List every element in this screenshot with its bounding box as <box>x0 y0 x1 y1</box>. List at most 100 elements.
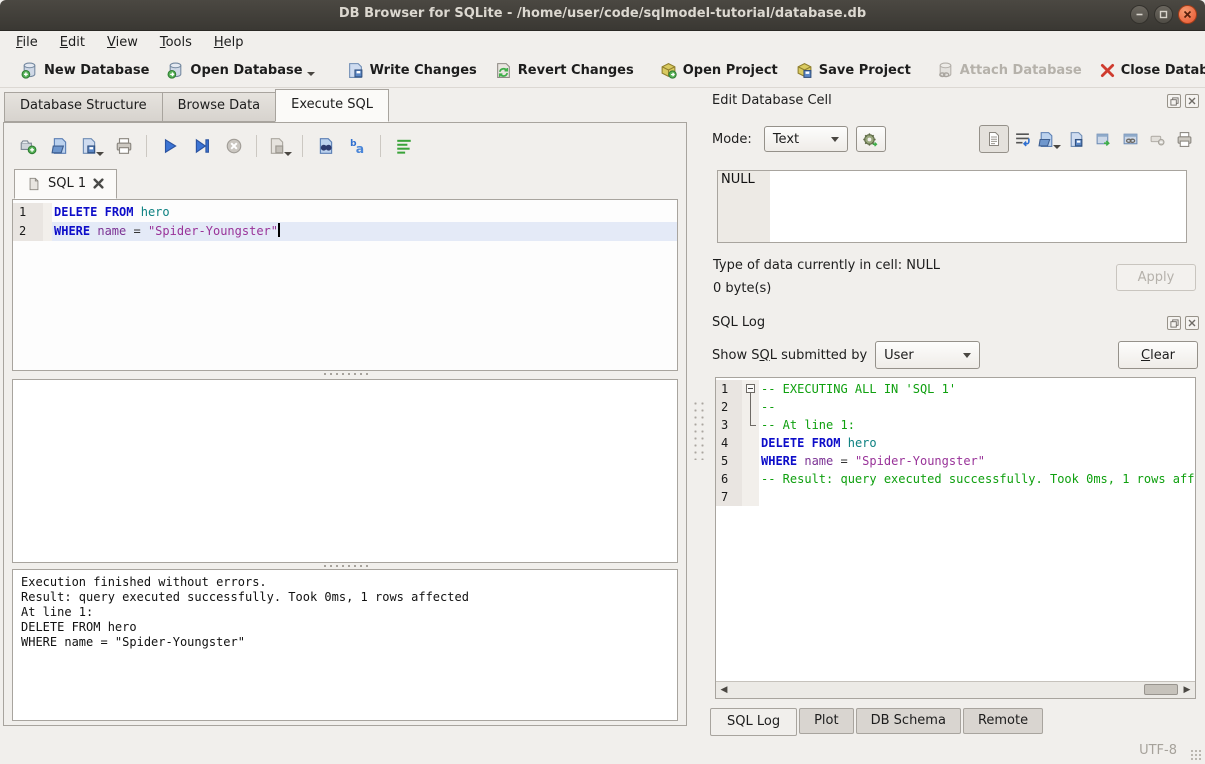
sql-doc-icon <box>27 177 41 191</box>
dock-tab-db-schema[interactable]: DB Schema <box>856 708 961 734</box>
format-sql-button[interactable] <box>390 133 417 159</box>
close-button[interactable] <box>1178 5 1197 24</box>
close-dock-button[interactable] <box>1185 316 1199 330</box>
find-replace-button[interactable] <box>312 133 339 159</box>
menu-edit[interactable]: Edit <box>50 33 95 52</box>
encoding-indicator: UTF-8 <box>1139 743 1177 758</box>
menu-view[interactable]: View <box>97 33 148 52</box>
write-changes-label: Write Changes <box>370 63 477 78</box>
float-dock-button[interactable] <box>1167 94 1181 108</box>
editor-line-current: 2 WHERE name = "Spider-Youngster" <box>13 222 677 241</box>
filter-value: User <box>884 348 953 363</box>
toolbar-separator <box>380 135 381 157</box>
apply-mode-button[interactable] <box>856 126 886 152</box>
import-cell-button[interactable] <box>1036 126 1063 152</box>
import-cell-dropdown-icon[interactable] <box>1053 145 1061 149</box>
dock-tab-plot[interactable]: Plot <box>799 708 854 734</box>
clear-button-label: Clear <box>1141 348 1175 363</box>
word-wrap-button[interactable] <box>1009 126 1036 152</box>
open-sql-file-button[interactable] <box>46 133 73 159</box>
auto-complete-button[interactable]: b a <box>344 133 371 159</box>
word-wrap-icon <box>1014 131 1031 148</box>
open-sql-file-icon <box>51 137 69 155</box>
resize-grip[interactable] <box>1190 749 1202 761</box>
save-sql-file-button[interactable] <box>78 133 105 159</box>
export-cell-icon <box>1068 131 1085 148</box>
set-null-button <box>1144 126 1171 152</box>
line-number: 1 <box>716 380 742 398</box>
execute-line-button[interactable] <box>188 133 215 159</box>
dock-tab-remote[interactable]: Remote <box>963 708 1043 734</box>
line-number: 2 <box>13 222 43 241</box>
open-project-button[interactable]: Open Project <box>651 58 787 83</box>
scroll-left-icon[interactable]: ◀ <box>718 684 730 696</box>
results-grid[interactable] <box>12 379 678 563</box>
sql-log-view[interactable]: 1-- EXECUTING ALL IN 'SQL 1' 2-- 3-- At … <box>715 377 1196 699</box>
export-cell-button[interactable] <box>1063 126 1090 152</box>
link-data-button[interactable] <box>1117 126 1144 152</box>
close-database-button[interactable]: Close Database <box>1091 59 1205 82</box>
new-tab-button[interactable] <box>14 133 41 159</box>
open-in-app-icon <box>1095 131 1112 148</box>
close-dock-button[interactable] <box>1185 94 1199 108</box>
execute-all-button[interactable] <box>156 133 183 159</box>
save-project-icon <box>796 62 813 79</box>
revert-changes-button[interactable]: Revert Changes <box>486 58 643 83</box>
close-tab-icon[interactable] <box>93 178 104 189</box>
toolbar-separator <box>302 135 303 157</box>
apply-button: Apply <box>1116 264 1196 291</box>
fold-marker-icon[interactable] <box>746 384 755 393</box>
horizontal-scrollbar[interactable]: ◀ ▶ <box>716 681 1195 698</box>
open-in-app-button[interactable] <box>1090 126 1117 152</box>
print-button[interactable] <box>110 133 137 159</box>
scrollbar-thumb[interactable] <box>1144 684 1178 695</box>
close-dock-icon <box>1188 97 1196 105</box>
cell-type-label: Type of data currently in cell: NULL <box>713 258 940 273</box>
auto-complete-icon: b a <box>349 137 367 155</box>
line-number: 4 <box>716 434 742 452</box>
new-database-label: New Database <box>44 63 149 78</box>
save-sql-dropdown-icon[interactable] <box>96 152 104 156</box>
filter-combobox[interactable]: User <box>875 341 980 369</box>
titlebar: DB Browser for SQLite - /home/user/code/… <box>0 0 1205 31</box>
fold-margin <box>43 222 52 241</box>
sql-editor[interactable]: 1 DELETE FROM hero 2 WHERE name = "Spide… <box>12 199 678 371</box>
cell-mode-row: Mode: Text <box>712 125 1198 153</box>
minimize-button[interactable] <box>1130 5 1149 24</box>
mode-combobox[interactable]: Text <box>764 126 848 152</box>
message-line: WHERE name = "Spider-Youngster" <box>21 635 669 650</box>
main-toolbar: New Database Open Database Write Changes <box>0 54 1205 88</box>
maximize-button[interactable] <box>1154 5 1173 24</box>
dock-tab-sql-log[interactable]: SQL Log <box>710 708 797 736</box>
tab-database-structure[interactable]: Database Structure <box>4 92 163 122</box>
sql-doc-tab[interactable]: SQL 1 <box>14 169 117 199</box>
float-dock-icon <box>1170 97 1179 106</box>
float-dock-button[interactable] <box>1167 316 1181 330</box>
vertical-splitter-handle[interactable] <box>692 400 706 460</box>
splitter-handle[interactable] <box>322 564 368 568</box>
menu-file[interactable]: File <box>6 33 48 52</box>
splitter-handle[interactable] <box>322 372 368 376</box>
menubar: File Edit View Tools Help <box>0 31 1205 54</box>
open-database-button[interactable]: Open Database <box>158 58 323 83</box>
stop-button <box>220 133 247 159</box>
minimize-icon <box>1135 10 1144 19</box>
tab-execute-sql[interactable]: Execute SQL <box>275 89 389 122</box>
scroll-right-icon[interactable]: ▶ <box>1181 684 1193 696</box>
print-cell-button[interactable] <box>1171 126 1198 152</box>
menu-tools[interactable]: Tools <box>150 33 202 52</box>
new-database-button[interactable]: New Database <box>12 58 158 83</box>
maximize-icon <box>1159 10 1168 19</box>
text-mode-toggle[interactable] <box>979 125 1009 153</box>
tab-browse-data[interactable]: Browse Data <box>162 92 277 122</box>
svg-text:a: a <box>355 142 363 155</box>
cell-value-editor[interactable]: NULL <box>717 170 1187 243</box>
clear-button[interactable]: Clear <box>1118 341 1198 369</box>
write-changes-button[interactable]: Write Changes <box>338 58 486 83</box>
execution-message-pane[interactable]: Execution finished without errors.Result… <box>12 569 678 721</box>
open-database-dropdown-icon[interactable] <box>307 72 315 76</box>
save-project-button[interactable]: Save Project <box>787 58 920 83</box>
edit-cell-dock-header: Edit Database Cell <box>710 93 1205 113</box>
execute-all-icon <box>161 137 179 155</box>
menu-help[interactable]: Help <box>204 33 254 52</box>
